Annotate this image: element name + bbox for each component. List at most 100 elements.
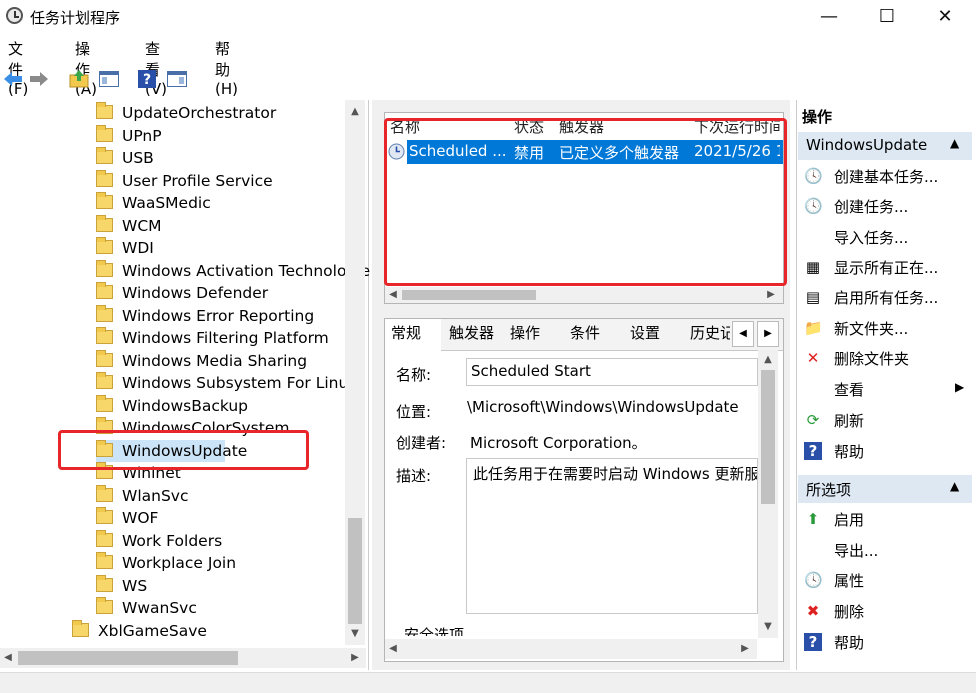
create-basic-task-icon: 🕓 bbox=[804, 167, 823, 185]
tree-item-label: Windows Error Reporting bbox=[122, 306, 315, 325]
folder-icon bbox=[96, 574, 113, 592]
folder-icon bbox=[96, 259, 113, 277]
location-value: \Microsoft\Windows\WindowsUpdate bbox=[467, 398, 739, 416]
minimize-button[interactable]: — bbox=[800, 0, 858, 34]
action-item[interactable]: 启用所有任务... bbox=[834, 287, 938, 308]
folder-icon bbox=[96, 237, 113, 254]
scroll-down-icon[interactable]: ▼ bbox=[349, 628, 361, 639]
folder-icon bbox=[96, 124, 113, 142]
section-title: 所选项 bbox=[806, 481, 852, 499]
folder-icon bbox=[96, 327, 113, 344]
action-item[interactable]: 删除 bbox=[834, 601, 864, 622]
delete-folder-icon: ✕ bbox=[806, 349, 820, 367]
back-icon[interactable] bbox=[2, 68, 24, 90]
tree-item-label: WOF bbox=[122, 509, 159, 527]
folder-icon bbox=[72, 620, 89, 637]
tree-item-label: Windows Activation Technologie bbox=[122, 261, 371, 280]
tree-item-label: Windows Subsystem For Linux bbox=[122, 374, 358, 392]
collapse-icon[interactable]: ▲ bbox=[950, 479, 959, 493]
folder-icon bbox=[96, 102, 113, 119]
forward-icon[interactable] bbox=[28, 68, 50, 90]
folder-icon bbox=[96, 552, 113, 569]
folder-icon bbox=[96, 597, 113, 614]
highlight-box-task bbox=[384, 118, 787, 286]
author-label: 创建者: bbox=[396, 434, 447, 452]
enable-history-icon: ▤ bbox=[805, 288, 821, 306]
show-hide-console-icon[interactable] bbox=[98, 68, 120, 90]
action-item[interactable]: 新文件夹... bbox=[834, 318, 908, 339]
tree-item-label: WCM bbox=[122, 216, 162, 235]
action-item[interactable]: 查看 bbox=[834, 379, 864, 400]
show-action-pane-icon[interactable] bbox=[166, 68, 188, 90]
new-folder-icon: 📁 bbox=[804, 319, 823, 337]
description-field[interactable]: 此任务用于在需要时启动 Windows 更新服务 bbox=[466, 458, 758, 614]
tab-history[interactable]: 历史记 bbox=[690, 322, 730, 343]
scroll-left-icon[interactable]: ◀ bbox=[3, 652, 13, 663]
section-header-selected[interactable]: 所选项 ▲ bbox=[798, 475, 972, 503]
scroll-up-icon[interactable]: ▲ bbox=[762, 354, 774, 365]
tree-scroll-thumb[interactable] bbox=[348, 518, 362, 624]
folder-icon bbox=[96, 282, 113, 299]
action-item[interactable]: 刷新 bbox=[834, 410, 864, 431]
scroll-right-icon[interactable]: ▶ bbox=[350, 652, 360, 663]
detail-scroll-thumb[interactable] bbox=[761, 370, 775, 504]
scroll-right-icon[interactable]: ▶ bbox=[766, 289, 776, 300]
tree-item-label: UPnP bbox=[122, 126, 162, 145]
help-icon: ? bbox=[804, 633, 822, 651]
enable-icon: ⬆ bbox=[806, 510, 820, 528]
location-label: 位置: bbox=[396, 403, 432, 421]
scroll-up-icon[interactable]: ▲ bbox=[349, 106, 361, 117]
scroll-left-icon[interactable]: ◀ bbox=[388, 643, 398, 654]
up-folder-icon[interactable] bbox=[68, 68, 90, 90]
name-field[interactable]: Scheduled Start bbox=[466, 358, 758, 386]
tab-scroll-left-icon[interactable]: ◀ bbox=[732, 321, 754, 347]
tree-item-label: Windows Defender bbox=[122, 284, 269, 302]
section-header-windowsupdate[interactable]: WindowsUpdate ▲ bbox=[798, 132, 972, 160]
clock-icon bbox=[6, 7, 23, 24]
close-button[interactable]: ✕ bbox=[916, 0, 974, 34]
blank-icon bbox=[804, 228, 822, 246]
action-item[interactable]: 创建基本任务... bbox=[834, 166, 938, 187]
create-task-icon: 🕓 bbox=[804, 197, 823, 215]
maximize-button[interactable]: ☐ bbox=[858, 0, 916, 34]
blank-icon bbox=[804, 380, 822, 398]
scroll-left-icon[interactable]: ◀ bbox=[388, 289, 398, 300]
collapse-icon[interactable]: ▲ bbox=[950, 136, 959, 150]
highlight-box-folder bbox=[58, 430, 309, 470]
section-title: WindowsUpdate bbox=[806, 136, 928, 154]
action-item[interactable]: 导出... bbox=[834, 540, 878, 561]
scroll-right-icon[interactable]: ▶ bbox=[740, 643, 750, 654]
display-running-icon: ▦ bbox=[805, 258, 821, 276]
action-item[interactable]: 创建任务... bbox=[834, 196, 908, 217]
tab-scroll-right-icon[interactable]: ▶ bbox=[757, 321, 779, 347]
tree-item-label: UpdateOrchestrator bbox=[122, 104, 277, 122]
title-bar: 任务计划程序 — ☐ ✕ bbox=[0, 0, 976, 34]
toolbar: ? bbox=[0, 64, 976, 94]
folder-icon bbox=[96, 372, 113, 389]
folder-icon bbox=[96, 394, 113, 412]
scroll-down-icon[interactable]: ▼ bbox=[762, 621, 774, 632]
tab-settings[interactable]: 设置 bbox=[630, 322, 660, 343]
folder-icon bbox=[96, 349, 113, 367]
tab-conditions[interactable]: 条件 bbox=[570, 322, 600, 343]
status-bar bbox=[0, 672, 976, 693]
description-label: 描述: bbox=[396, 467, 432, 485]
tab-actions[interactable]: 操作 bbox=[510, 322, 540, 343]
folder-icon bbox=[96, 214, 113, 232]
security-options-label: 安全选项 bbox=[404, 626, 465, 636]
tree-item-label: WwanSvc bbox=[122, 599, 197, 617]
action-item[interactable]: 导入任务... bbox=[834, 227, 908, 248]
action-item[interactable]: 删除文件夹 bbox=[834, 348, 909, 369]
help-icon[interactable]: ? bbox=[136, 68, 158, 90]
detail-horizontal-scrollbar[interactable] bbox=[385, 639, 757, 659]
tab-general[interactable]: 常规 bbox=[391, 322, 421, 343]
tab-triggers[interactable]: 触发器 bbox=[449, 322, 494, 343]
tree-hscroll-thumb[interactable] bbox=[18, 651, 238, 665]
list-hscroll-thumb[interactable] bbox=[402, 290, 536, 300]
action-item[interactable]: 显示所有正在... bbox=[834, 257, 938, 278]
action-item[interactable]: 属性 bbox=[834, 570, 864, 591]
action-item[interactable]: 帮助 bbox=[834, 441, 864, 462]
action-item[interactable]: 帮助 bbox=[834, 632, 864, 653]
tree-item-label: WS bbox=[122, 576, 148, 595]
action-item[interactable]: 启用 bbox=[834, 509, 864, 530]
